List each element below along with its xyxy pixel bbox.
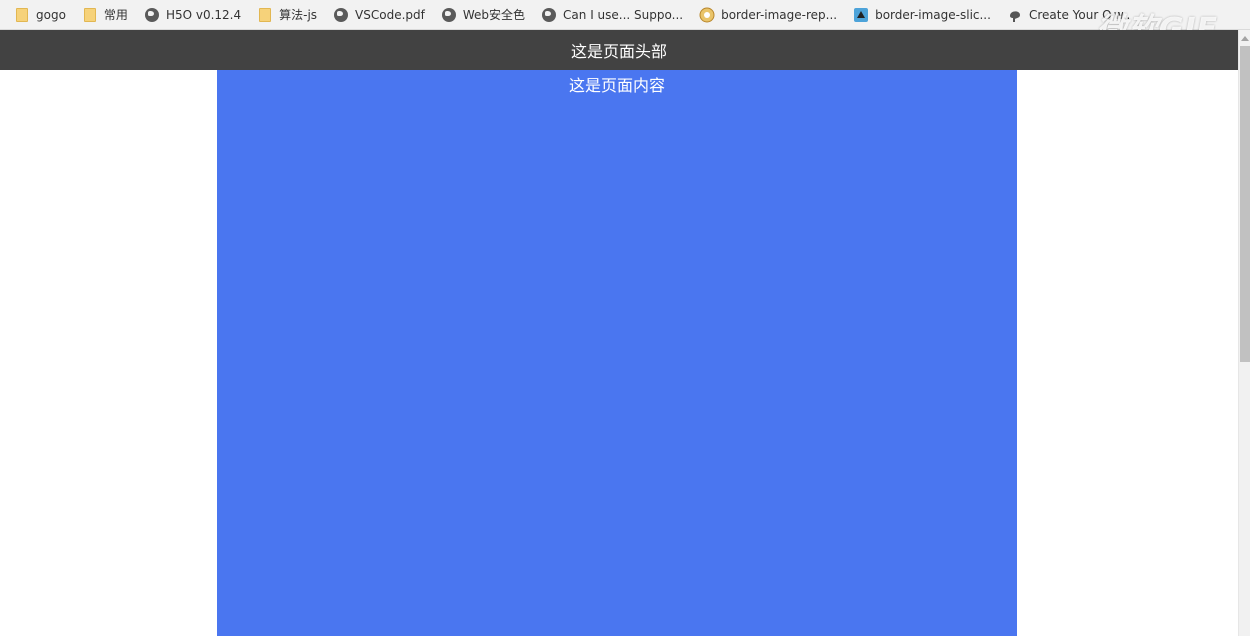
bookmark-border-image-slice[interactable]: border-image-slic... [847, 3, 997, 27]
page-content-text: 这是页面内容 [568, 76, 665, 95]
bookmark-algorithm-js[interactable]: 算法-js [251, 3, 323, 27]
bookmark-label: border-image-slic... [875, 7, 991, 22]
scroll-thumb[interactable] [1240, 46, 1250, 362]
bookmark-label: VSCode.pdf [355, 7, 425, 22]
globe-icon [144, 7, 160, 23]
bookmark-label: border-image-rep... [721, 7, 838, 22]
scroll-up-arrow-icon[interactable] [1239, 30, 1250, 46]
bookmark-label: 常用 [103, 8, 128, 22]
bookmark-changyong[interactable]: 常用 [76, 3, 134, 27]
bookmark-label: Can I use... Suppo... [563, 7, 684, 22]
bookmark-web-safe-colors[interactable]: Web安全色 [435, 3, 531, 27]
globe-icon [333, 7, 349, 23]
bookmark-can-i-use[interactable]: Can I use... Suppo... [535, 3, 689, 27]
bookmark-label: gogo [36, 7, 66, 22]
bookmark-border-image-repeat[interactable]: border-image-rep... [693, 3, 843, 27]
bookmark-create-your-own[interactable]: Create Your O w.. [1001, 3, 1136, 27]
bookmark-vscode-pdf[interactable]: VSCode.pdf [327, 3, 431, 27]
folder-icon [82, 7, 98, 23]
page-content: 这是页面内容 [217, 70, 1017, 636]
site-icon [1007, 7, 1023, 23]
bookmark-h5o[interactable]: H5O v0.12.4 [138, 3, 247, 27]
page-header-text: 这是页面头部 [570, 42, 667, 61]
bookmark-label: 算法-js [279, 8, 318, 22]
bookmark-gogo[interactable]: gogo [8, 3, 72, 27]
bookmarks-bar: gogo 常用 H5O v0.12.4 算法-js VSCode.pdf Web… [0, 0, 1250, 30]
globe-icon [441, 7, 457, 23]
site-icon [853, 7, 869, 23]
site-icon [699, 7, 715, 23]
folder-icon [257, 7, 273, 23]
vertical-scrollbar[interactable] [1238, 30, 1250, 636]
bookmark-label: Create Your O w.. [1028, 7, 1131, 22]
globe-icon [541, 7, 557, 23]
page-header: 这是页面头部 [0, 30, 1238, 70]
bookmark-label: H5O v0.12.4 [165, 7, 242, 22]
folder-icon [14, 7, 30, 23]
bookmark-label: Web安全色 [462, 8, 526, 22]
